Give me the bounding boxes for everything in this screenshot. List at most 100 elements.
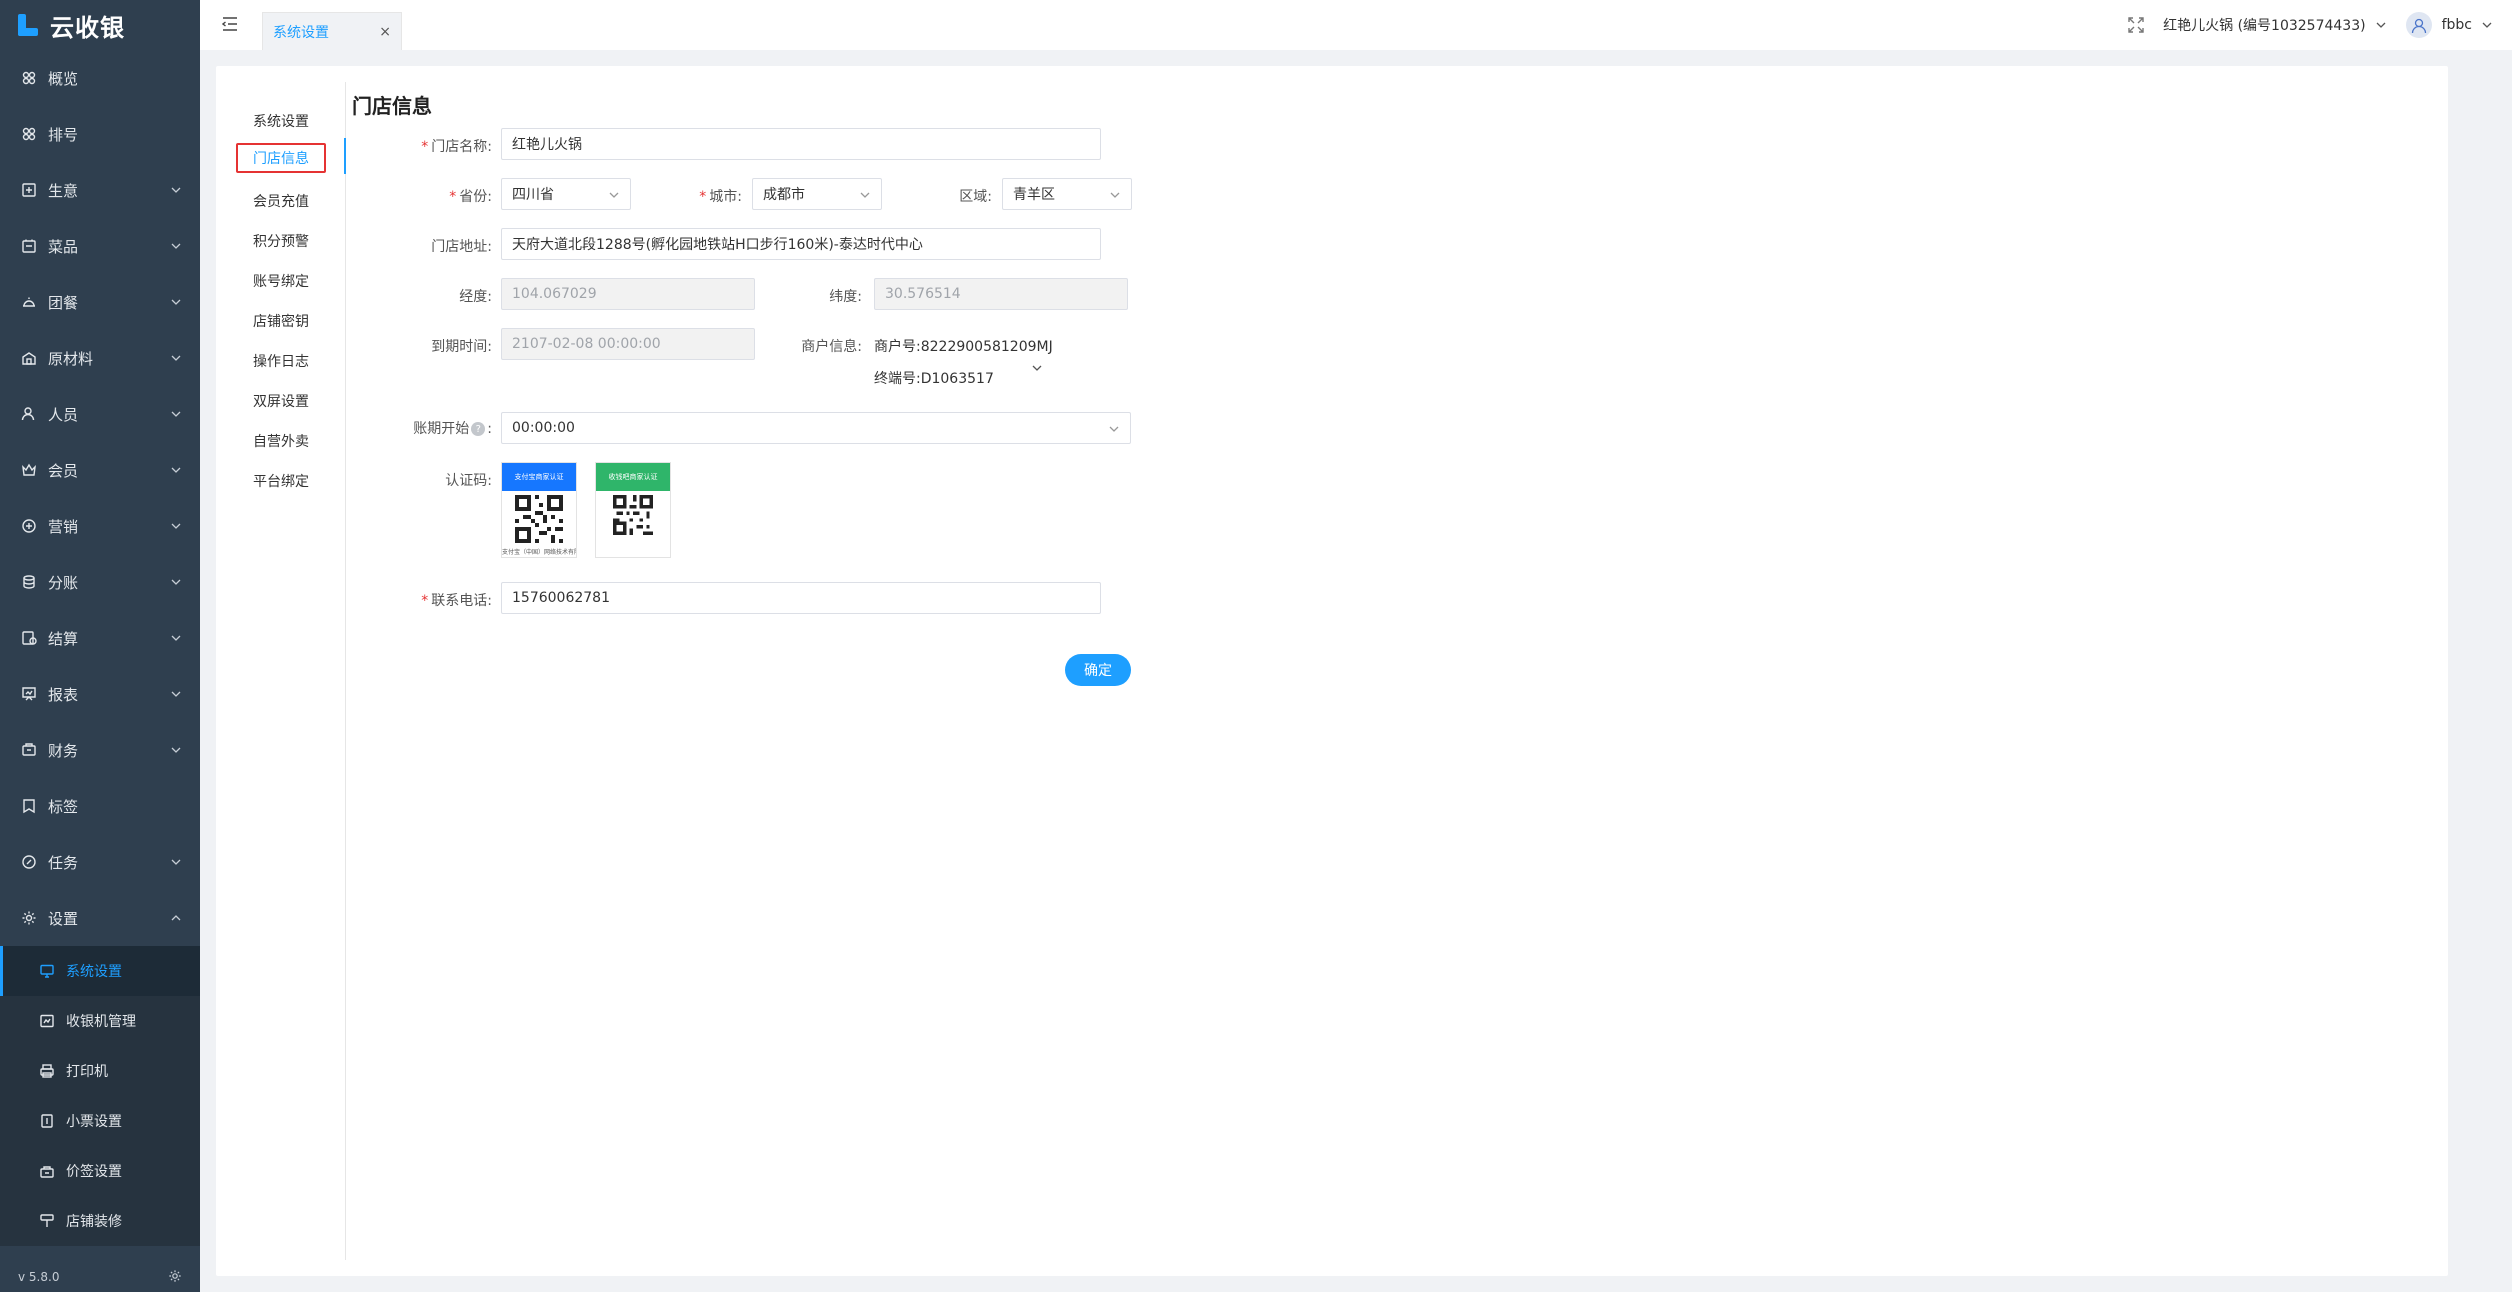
tab-system-settings[interactable]: 系统设置 × [262, 12, 402, 50]
close-icon[interactable]: × [379, 24, 391, 40]
sidebar-item-member[interactable]: 会员 [0, 442, 200, 498]
chevron-down-icon[interactable] [2376, 22, 2386, 28]
fullscreen-icon[interactable] [2127, 16, 2145, 34]
sidebar-item-label: 报表 [48, 685, 79, 704]
content-card: 系统设置 门店信息 会员充值 积分预警 账号绑定 店铺密钥 操作日志 双屏设置 … [216, 66, 2448, 1276]
app-logo[interactable]: 云收银 [0, 0, 200, 50]
sidebar-item-business[interactable]: 生意 [0, 162, 200, 218]
sidebar-subitem-system-settings[interactable]: 系统设置 [0, 946, 200, 996]
price-tag-icon [38, 1162, 56, 1180]
sidebar-item-staff[interactable]: 人员 [0, 386, 200, 442]
phone-input[interactable]: 15760062781 [501, 582, 1101, 614]
subnav-item-operation-log[interactable]: 操作日志 [236, 346, 326, 376]
merchant-label: 商户信息: [801, 339, 862, 355]
member-icon [20, 461, 38, 479]
top-bar: 系统设置 × 红艳儿火锅 (编号1032574433) fbbc [200, 0, 2512, 50]
province-label: * 省份: [362, 186, 492, 206]
subnav-item-member-recharge[interactable]: 会员充值 [236, 186, 326, 216]
expiry-input: 2107-02-08 00:00:00 [501, 328, 755, 360]
confirm-button[interactable]: 确定 [1065, 654, 1131, 686]
sidebar-item-overview[interactable]: 概览 [0, 50, 200, 106]
sidebar-item-tag[interactable]: 标签 [0, 778, 200, 834]
sidebar-subitem-label: 打印机 [66, 1064, 108, 1080]
store-name-input[interactable]: 红艳儿火锅 [501, 128, 1101, 160]
sidebar-subitem-receipt[interactable]: 小票设置 [0, 1096, 200, 1146]
chevron-down-icon[interactable] [1032, 356, 1042, 375]
group-meal-icon [20, 293, 38, 311]
sidebar-item-label: 原材料 [48, 349, 94, 368]
sidebar-item-label: 结算 [48, 629, 79, 648]
chevron-down-icon [1109, 189, 1121, 201]
subnav-item-self-delivery[interactable]: 自营外卖 [236, 426, 326, 456]
latitude-label: 纬度: [829, 289, 862, 305]
subnav-item-store-key[interactable]: 店铺密钥 [236, 306, 326, 336]
logo-text: 云收银 [50, 13, 125, 42]
gear-icon[interactable] [168, 1269, 182, 1286]
alipay-qr-title: 支付宝商家认证 [502, 463, 576, 491]
longitude-label: 经度: [459, 289, 492, 305]
store-name-label: * 门店名称: [362, 136, 492, 156]
chevron-down-icon [170, 632, 182, 644]
version-label: v 5.8.0 [18, 1270, 60, 1284]
wechat-qr-card[interactable]: 收钱吧商家认证 [595, 462, 671, 558]
sidebar-item-split-account[interactable]: 分账 [0, 554, 200, 610]
sidebar-item-settlement[interactable]: 结算 [0, 610, 200, 666]
sidebar-item-report[interactable]: 报表 [0, 666, 200, 722]
subnav-item-points-alert[interactable]: 积分预警 [236, 226, 326, 256]
sidebar-item-settings[interactable]: 设置 [0, 890, 200, 946]
latitude-input: 30.576514 [874, 278, 1128, 310]
sidebar-menu: 概览 排号 生意 菜品 团餐 原材料 人员 会员 营销 分账 结算 报表 财务 … [0, 50, 200, 946]
printer-icon [38, 1062, 56, 1080]
address-input[interactable]: 天府大道北段1288号(孵化园地铁站H口步行160米)-泰达时代中心 [501, 228, 1101, 260]
sidebar-item-finance[interactable]: 财务 [0, 722, 200, 778]
sidebar-subitem-decoration[interactable]: 店铺装修 [0, 1196, 200, 1246]
sidebar-subitem-cash-register[interactable]: 收银机管理 [0, 996, 200, 1046]
logo-icon [18, 14, 40, 36]
sidebar-item-label: 任务 [48, 853, 79, 872]
staff-icon [20, 405, 38, 423]
overview-icon [20, 69, 38, 87]
chevron-down-icon [170, 184, 182, 196]
district-value: 青羊区 [1013, 187, 1055, 203]
city-select[interactable]: 成都市 [752, 178, 882, 210]
subnav-item-account-binding[interactable]: 账号绑定 [236, 266, 326, 296]
report-icon [20, 685, 38, 703]
chevron-down-icon[interactable] [2482, 22, 2492, 28]
sidebar-item-materials[interactable]: 原材料 [0, 330, 200, 386]
monitor-icon [38, 962, 56, 980]
province-select[interactable]: 四川省 [501, 178, 631, 210]
chevron-down-icon [170, 856, 182, 868]
merchant-number: 商户号:8222900581209MJ [874, 339, 1053, 355]
province-label-text: 省份: [459, 189, 492, 205]
district-select[interactable]: 青羊区 [1002, 178, 1132, 210]
chevron-down-icon [170, 296, 182, 308]
subnav-item-store-info[interactable]: 门店信息 [236, 143, 326, 173]
province-value: 四川省 [512, 187, 554, 203]
sidebar-item-marketing[interactable]: 营销 [0, 498, 200, 554]
user-name[interactable]: fbbc [2442, 17, 2472, 33]
help-icon[interactable]: ? [471, 422, 486, 436]
sidebar-subitem-price-tag[interactable]: 价签设置 [0, 1146, 200, 1196]
billing-start-select[interactable]: 00:00:00 [501, 412, 1131, 444]
sidebar-item-group-meal[interactable]: 团餐 [0, 274, 200, 330]
sidebar-subitem-printer[interactable]: 打印机 [0, 1046, 200, 1096]
store-selector[interactable]: 红艳儿火锅 (编号1032574433) [2163, 15, 2365, 35]
dish-icon [20, 237, 38, 255]
menu-collapse-icon[interactable] [220, 14, 240, 34]
sidebar-item-queue[interactable]: 排号 [0, 106, 200, 162]
chevron-down-icon [170, 744, 182, 756]
alipay-qr-footer: 支付宝（中国）网络技术有限公司 [502, 549, 576, 556]
avatar[interactable] [2405, 12, 2432, 38]
alipay-qr-card[interactable]: 支付宝商家认证 支付宝（中国）网络技术有限公司 [501, 462, 577, 558]
required-mark: * [421, 139, 429, 155]
sidebar-item-dish[interactable]: 菜品 [0, 218, 200, 274]
subnav-item-dual-screen[interactable]: 双屏设置 [236, 386, 326, 416]
subnav-item-system-settings[interactable]: 系统设置 [236, 106, 326, 136]
chevron-down-icon [859, 189, 871, 201]
sidebar-item-task[interactable]: 任务 [0, 834, 200, 890]
city-value: 成都市 [763, 187, 805, 203]
billing-start-label-text: 账期开始 [413, 421, 470, 437]
subnav-item-platform-binding[interactable]: 平台绑定 [236, 466, 326, 496]
sidebar-item-label: 团餐 [48, 293, 79, 312]
chevron-down-icon [608, 189, 620, 201]
